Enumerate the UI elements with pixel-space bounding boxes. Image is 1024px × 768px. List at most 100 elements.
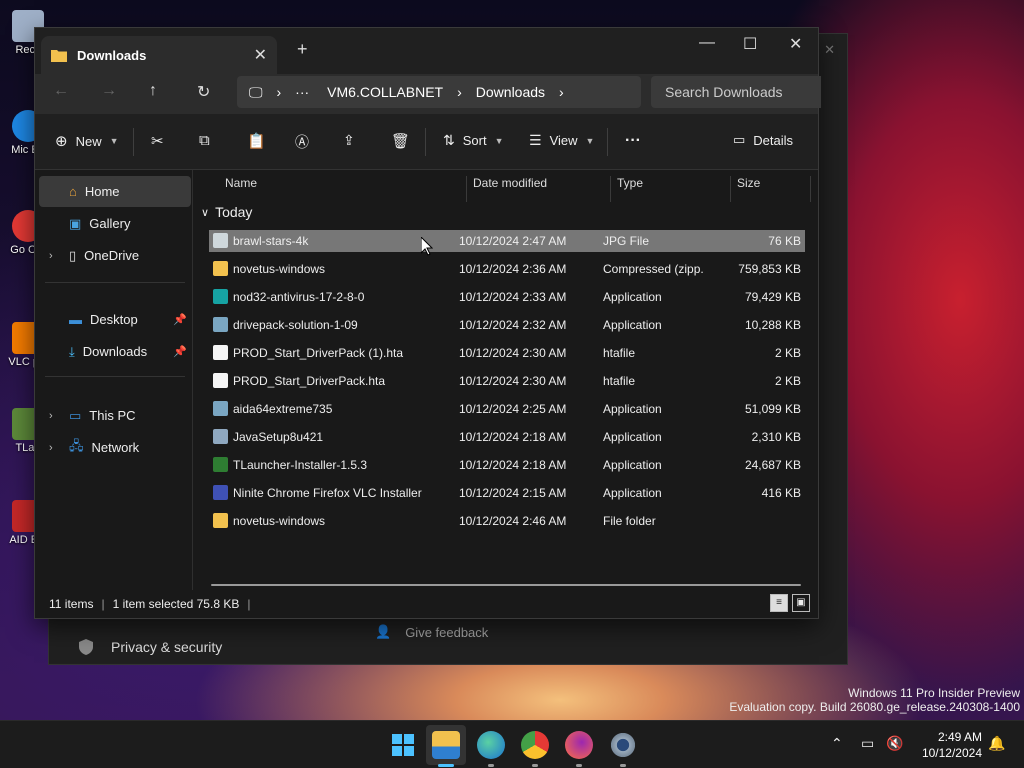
- settings-icon[interactable]: [609, 731, 637, 759]
- firefox-icon[interactable]: [565, 731, 593, 759]
- file-date: 10/12/2024 2:32 AM: [459, 318, 567, 332]
- file-row[interactable]: brawl-stars-4k 10/12/2024 2:47 AM JPG File…: [209, 230, 805, 252]
- breadcrumb-overflow[interactable]: ···: [295, 84, 309, 100]
- file-row[interactable]: TLauncher-Installer-1.5.3 10/12/2024 2:18…: [209, 454, 805, 476]
- column-type[interactable]: Type: [617, 176, 643, 190]
- file-row[interactable]: PROD_Start_DriverPack (1).hta 10/12/2024 …: [209, 342, 805, 364]
- more-options-button[interactable]: ···: [625, 132, 641, 150]
- scissors-icon: ✂: [151, 133, 164, 150]
- new-tab-button[interactable]: +: [297, 39, 308, 60]
- chevron-right-icon: ›: [276, 84, 282, 100]
- sidebar-item-network[interactable]: › 🖧 Network: [39, 432, 191, 463]
- file-date: 10/12/2024 2:36 AM: [459, 262, 567, 276]
- search-input[interactable]: Search Downloads: [651, 76, 821, 108]
- file-type: File folder: [603, 514, 656, 528]
- column-size[interactable]: Size: [737, 176, 760, 190]
- column-date-modified[interactable]: Date modified: [473, 176, 547, 190]
- file-row[interactable]: drivepack-solution-1-09 10/12/2024 2:32 A…: [209, 314, 805, 336]
- sidebar-item-gallery[interactable]: ▣ Gallery: [39, 208, 191, 239]
- view-button[interactable]: ☰ View ▼: [529, 132, 594, 149]
- file-type-icon: [213, 345, 228, 360]
- breadcrumb-folder[interactable]: Downloads: [476, 84, 545, 100]
- paste-button[interactable]: 📋: [247, 132, 266, 150]
- folder-icon: [51, 50, 67, 62]
- sidebar-item-this-pc[interactable]: › ▭ This PC: [39, 400, 191, 431]
- desktop-icon: ▬: [69, 312, 82, 327]
- file-row[interactable]: nod32-antivirus-17-2-8-0 10/12/2024 2:33 …: [209, 286, 805, 308]
- computer-icon: ▭: [69, 407, 82, 423]
- chevron-right-icon: ›: [457, 84, 462, 100]
- file-name: nod32-antivirus-17-2-8-0: [233, 290, 365, 304]
- give-feedback-link[interactable]: 👤 Give feedback: [375, 624, 488, 640]
- chevron-up-icon[interactable]: ⌃: [831, 735, 843, 752]
- new-button[interactable]: ⊕ New ▼: [55, 132, 119, 150]
- file-row[interactable]: Ninite Chrome Firefox VLC Installer 10/12…: [209, 482, 805, 504]
- file-type-icon: [213, 373, 228, 388]
- sidebar-item-home[interactable]: ⌂ Home: [39, 176, 191, 207]
- edge-icon[interactable]: [477, 731, 505, 759]
- column-name[interactable]: Name: [225, 176, 257, 190]
- file-type: Application: [603, 430, 662, 444]
- file-type-icon: [213, 401, 228, 416]
- chevron-right-icon[interactable]: ›: [49, 250, 53, 262]
- details-button[interactable]: ▭ Details: [733, 132, 793, 148]
- large-icons-view-icon[interactable]: ▣: [792, 594, 810, 612]
- horizontal-scrollbar[interactable]: [211, 584, 801, 586]
- sidebar-item-desktop[interactable]: ▬ Desktop 📌: [39, 304, 191, 335]
- group-header-today[interactable]: ∨ Today: [201, 204, 252, 220]
- file-date: 10/12/2024 2:33 AM: [459, 290, 567, 304]
- file-size: 79,429 KB: [744, 290, 801, 304]
- maximize-button[interactable]: ☐: [743, 34, 757, 54]
- breadcrumb[interactable]: 🖵 › ··· VM6.COLLABNET › Downloads ›: [237, 76, 641, 108]
- file-explorer-icon[interactable]: [432, 731, 460, 759]
- chevron-right-icon[interactable]: ›: [49, 442, 53, 454]
- document-icon: ▯: [69, 247, 77, 263]
- chrome-icon[interactable]: [521, 731, 549, 759]
- file-row[interactable]: aida64extreme735 10/12/2024 2:25 AM Applic…: [209, 398, 805, 420]
- minimize-button[interactable]: —: [699, 34, 715, 52]
- file-row[interactable]: novetus-windows 10/12/2024 2:46 AM File fo…: [209, 510, 805, 532]
- file-row[interactable]: novetus-windows 10/12/2024 2:36 AM Compres…: [209, 258, 805, 280]
- file-type: htafile: [603, 374, 636, 388]
- plus-circle-icon: ⊕: [55, 133, 68, 150]
- pin-icon[interactable]: 📌: [173, 313, 187, 326]
- file-size: 24,687 KB: [744, 458, 801, 472]
- copy-button[interactable]: ⧉: [199, 132, 210, 149]
- up-button[interactable]: ↑: [149, 82, 157, 100]
- sidebar-item-downloads[interactable]: ⤓ Downloads 📌: [39, 336, 191, 367]
- share-icon: ⇪: [343, 132, 355, 148]
- cut-button[interactable]: ✂: [151, 132, 164, 150]
- clock[interactable]: 2:49 AM 10/12/2024: [922, 729, 982, 761]
- details-view-icon[interactable]: ≡: [770, 594, 788, 612]
- back-button[interactable]: ←: [53, 82, 69, 100]
- close-icon[interactable]: ✕: [824, 42, 835, 58]
- notification-bell-icon[interactable]: 🔔: [988, 735, 1005, 752]
- rename-button[interactable]: Ⓐ: [295, 132, 309, 152]
- tab-downloads[interactable]: Downloads ✕: [41, 36, 277, 74]
- nav-privacy-security[interactable]: Privacy & security: [77, 638, 222, 656]
- column-header: Name Date modified Type Size: [195, 170, 818, 202]
- chevron-down-icon: ▼: [494, 135, 504, 146]
- share-button[interactable]: ⇪: [343, 132, 355, 149]
- pin-icon[interactable]: 📌: [173, 345, 187, 358]
- evaluation-watermark: Windows 11 Pro Insider Preview Evaluatio…: [729, 686, 1020, 714]
- gallery-icon: ▣: [69, 215, 82, 231]
- file-type-icon: [213, 513, 228, 528]
- file-row[interactable]: PROD_Start_DriverPack.hta 10/12/2024 2:30…: [209, 370, 805, 392]
- start-icon[interactable]: [389, 731, 417, 759]
- sidebar-item-onedrive[interactable]: › ▯ OneDrive: [39, 240, 191, 271]
- close-tab-icon[interactable]: ✕: [254, 45, 267, 65]
- refresh-button[interactable]: ↻: [197, 82, 210, 102]
- file-type: Application: [603, 486, 662, 500]
- delete-button[interactable]: 🗑: [391, 132, 410, 150]
- chevron-right-icon[interactable]: ›: [49, 410, 53, 422]
- forward-button[interactable]: →: [101, 82, 117, 100]
- chevron-right-icon: ›: [559, 84, 564, 100]
- file-name: TLauncher-Installer-1.5.3: [233, 458, 368, 472]
- breadcrumb-host[interactable]: VM6.COLLABNET: [327, 84, 443, 100]
- file-row[interactable]: JavaSetup8u421 10/12/2024 2:18 AM Applicat…: [209, 426, 805, 448]
- volume-muted-icon[interactable]: 🔇: [886, 735, 903, 752]
- close-window-button[interactable]: ✕: [789, 34, 802, 54]
- network-status-icon[interactable]: ▭: [861, 735, 874, 752]
- sort-button[interactable]: ⇅ Sort ▼: [443, 132, 504, 149]
